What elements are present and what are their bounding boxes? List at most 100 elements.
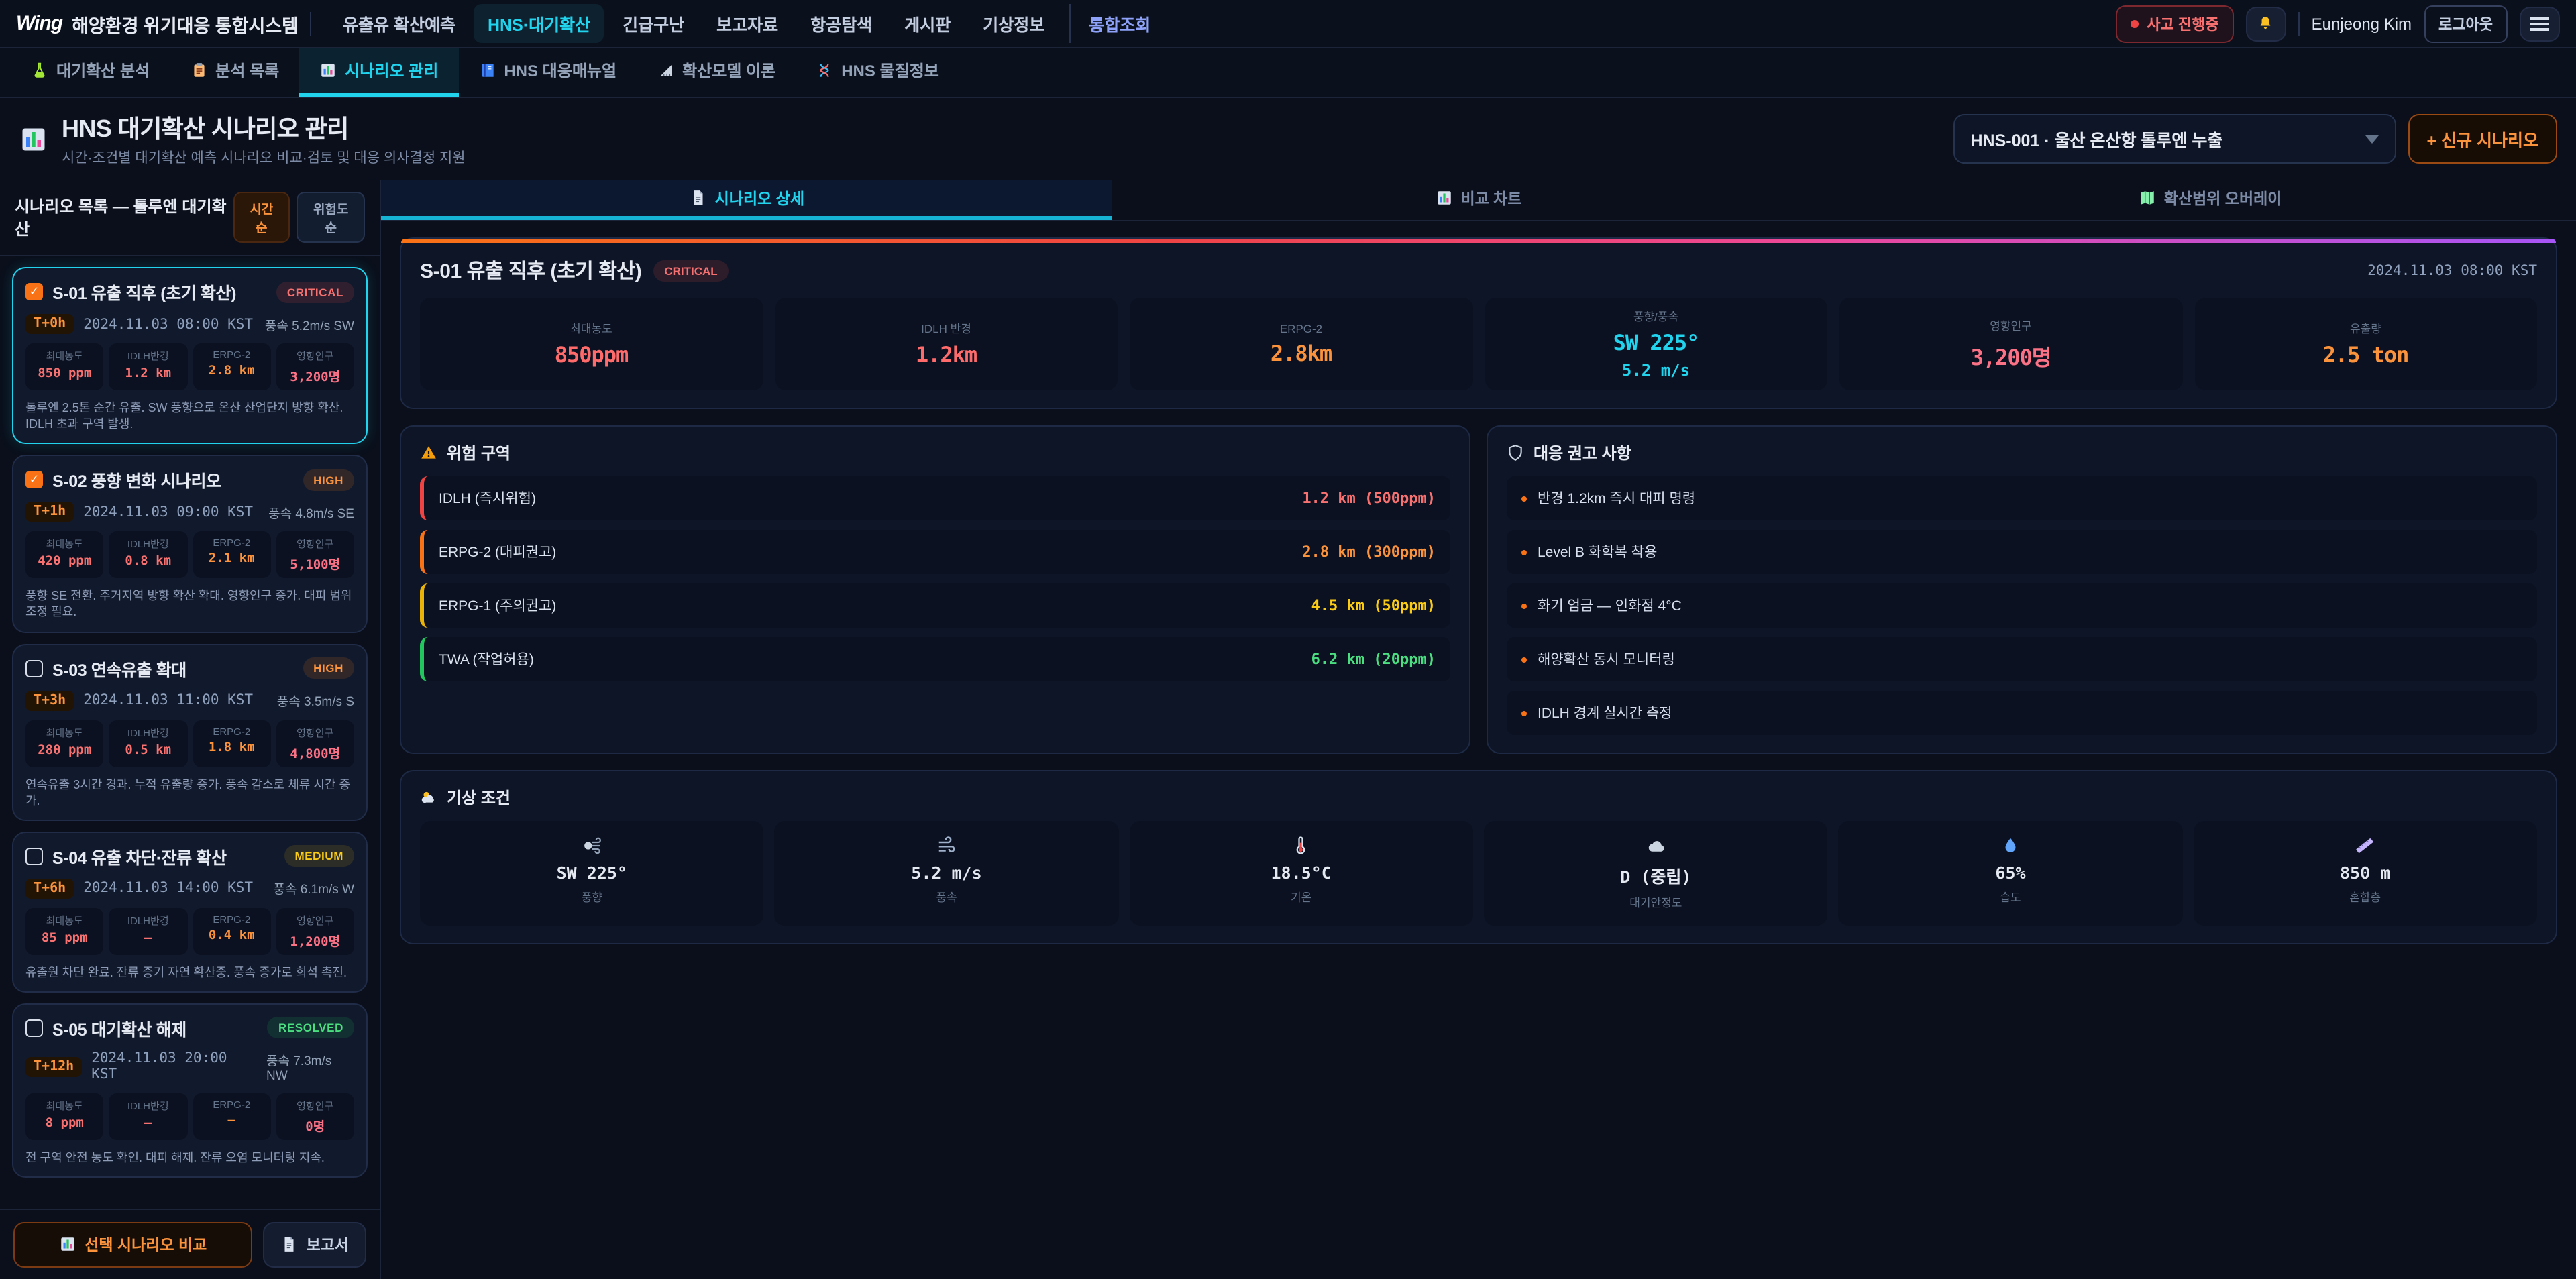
sort-by-time-button[interactable]: 시간순 <box>233 192 290 243</box>
metric-value: 0.8 km <box>112 555 185 569</box>
notifications-button[interactable] <box>2246 6 2286 41</box>
metric-label: 영향인구 <box>279 913 352 928</box>
scenario-checkbox[interactable] <box>25 1019 43 1037</box>
detail-metric-box: 풍향/풍속 SW 225° 5.2 m/s <box>1485 298 1827 390</box>
metric-value: 3,200명 <box>279 366 352 385</box>
metric-box: IDLH반경 1.2 km <box>109 343 188 390</box>
scenario-sidebar: 시나리오 목록 — 톨루엔 대기확산 시간순 위험도순 S-01 유출 직후 (… <box>0 180 381 1279</box>
scenario-card[interactable]: S-01 유출 직후 (초기 확산) CRITICAL T+0h 2024.11… <box>12 267 368 445</box>
scenario-card[interactable]: S-04 유출 차단·잔류 확산 MEDIUM T+6h 2024.11.03 … <box>12 832 368 993</box>
sub-nav-tab[interactable]: 분석 목록 <box>170 48 299 97</box>
tab-label: 대기확산 분석 <box>56 59 150 82</box>
severity-badge: HIGH <box>303 469 354 491</box>
scenario-checkbox[interactable] <box>25 848 43 865</box>
main-menu-item[interactable]: HNS·대기확산 <box>474 4 604 43</box>
scenario-checkbox[interactable] <box>25 283 43 300</box>
metric-value: 5,100명 <box>279 555 352 573</box>
document-icon <box>281 1235 299 1253</box>
recommendation-row: 해양확산 동시 모니터링 <box>1507 637 2537 681</box>
weather-card: D (중립) 대기안정도 <box>1484 821 1828 926</box>
weather-value: 5.2 m/s <box>911 863 981 883</box>
incident-select[interactable]: HNS-001 · 울산 온산항 톨루엔 누출 <box>1953 114 2396 164</box>
bar-chart-icon <box>19 124 48 154</box>
recommendations-panel: 대응 권고 사항 반경 1.2km 즉시 대피 명령 <box>1487 425 2557 754</box>
report-button[interactable]: 보고서 <box>264 1221 367 1267</box>
zone-value: 2.8 km (300ppm) <box>1302 543 1436 561</box>
scenario-metrics: 최대농도 280 ppm IDLH반경 0.5 km ERP <box>25 720 354 767</box>
bell-icon <box>2257 15 2275 32</box>
scenario-wind: 풍속 4.8m/s SE <box>268 503 354 522</box>
metric-label: IDLH반경 <box>112 537 185 552</box>
main-menu-item[interactable]: 게시판 <box>891 4 964 43</box>
scenario-detail-panel: S-01 유출 직후 (초기 확산) CRITICAL 2024.11.03 0… <box>400 237 2557 409</box>
zone-label: ERPG-1 (주의권고) <box>439 596 556 616</box>
chevron-down-icon <box>2365 135 2379 143</box>
bar-chart-icon <box>59 1235 76 1253</box>
weather-value: SW 225° <box>557 863 627 883</box>
scenario-datetime: 2024.11.03 09:00 KST <box>83 504 253 520</box>
main-panel: 시나리오 상세 비교 차트 확산범위 오버레이 <box>381 180 2576 1279</box>
scenario-card[interactable]: S-02 풍향 변화 시나리오 HIGH T+1h 2024.11.03 09:… <box>12 455 368 633</box>
metric-label: 유출량 <box>2350 321 2381 337</box>
detail-metrics: 최대농도 850ppm IDLH 반경 1.2km <box>401 295 2556 408</box>
scenario-checkbox[interactable] <box>25 659 43 677</box>
brand[interactable]: Wing 해양환경 위기대응 통합시스템 <box>16 10 299 37</box>
metric-subvalue: 5.2 m/s <box>1622 361 1690 380</box>
sub-nav-tab[interactable]: HNS 대응매뉴얼 <box>458 48 637 97</box>
metric-label: 최대농도 <box>570 321 612 337</box>
sun-cloud-icon <box>420 789 437 806</box>
main-menu-item[interactable]: 유출유 확산예측 <box>329 4 469 43</box>
scenario-card[interactable]: S-03 연속유출 확대 HIGH T+3h 2024.11.03 11:00 … <box>12 643 368 821</box>
risk-zones-title: 위험 구역 <box>447 441 511 464</box>
shield-icon <box>1507 444 1524 461</box>
main-menu-item[interactable]: 보고자료 <box>703 4 792 43</box>
metric-label: IDLH반경 <box>112 1099 185 1113</box>
detail-tab[interactable]: 시나리오 상세 <box>381 180 1113 220</box>
weather-value: 65% <box>1995 863 2025 883</box>
sub-nav-tab[interactable]: 대기확산 분석 <box>11 48 170 97</box>
tab-icon <box>2139 189 2156 207</box>
divider <box>2298 11 2300 36</box>
scenario-card[interactable]: S-05 대기확산 해제 RESOLVED T+12h 2024.11.03 2… <box>12 1003 368 1178</box>
metric-label: 영향인구 <box>279 1099 352 1113</box>
scenario-wind: 풍속 3.5m/s S <box>277 691 354 710</box>
metric-label: 최대농도 <box>28 913 101 928</box>
severity-badge: MEDIUM <box>284 846 354 867</box>
bullet-icon <box>1521 657 1527 662</box>
sort-by-risk-button[interactable]: 위험도순 <box>297 192 365 243</box>
metric-value: SW 225° <box>1613 330 1699 355</box>
compare-scenarios-button[interactable]: 선택 시나리오 비교 <box>13 1221 253 1267</box>
metric-box: IDLH반경 0.8 km <box>109 532 188 579</box>
sub-nav-tab[interactable]: 시나리오 관리 <box>299 48 458 97</box>
new-scenario-button[interactable]: + 신규 시나리오 <box>2408 114 2558 164</box>
sub-nav-tab[interactable]: HNS 물질정보 <box>796 48 959 97</box>
scenario-description: 유출원 차단 완료. 잔류 증기 자연 확산중. 풍속 증가로 희석 촉진. <box>25 964 354 981</box>
metric-box: 최대농도 85 ppm <box>25 908 104 955</box>
metric-box: 영향인구 1,200명 <box>276 908 355 955</box>
main-menu-item[interactable]: 통합조회 <box>1069 4 1164 43</box>
zone-label: IDLH (즉시위험) <box>439 488 536 508</box>
detail-content: S-01 유출 직후 (초기 확산) CRITICAL 2024.11.03 0… <box>381 221 2576 1279</box>
detail-tab[interactable]: 비교 차트 <box>1113 180 1845 220</box>
main-menu-item[interactable]: 긴급구난 <box>609 4 698 43</box>
main-menu-item[interactable]: 기상정보 <box>969 4 1058 43</box>
hamburger-icon <box>2530 17 2549 30</box>
recommendation-text: 반경 1.2km 즉시 대피 명령 <box>1538 488 1695 508</box>
scenario-wind: 풍속 5.2m/s SW <box>265 315 354 333</box>
scenario-checkbox[interactable] <box>25 471 43 489</box>
sub-nav-tab[interactable]: 확산모델 이론 <box>637 48 796 97</box>
scenario-datetime: 2024.11.03 11:00 KST <box>83 692 253 708</box>
metric-box: 영향인구 3,200명 <box>276 343 355 390</box>
main-menu-item[interactable]: 항공탐색 <box>797 4 885 43</box>
page-subtitle: 시간·조건별 대기확산 예측 시나리오 비교·검토 및 대응 의사결정 지원 <box>62 148 466 168</box>
detail-tab[interactable]: 확산범위 오버레이 <box>1844 180 2576 220</box>
weather-card: 18.5°C 기온 <box>1129 821 1473 926</box>
weather-panel: 기상 조건 SW 225° 풍향 <box>400 770 2557 944</box>
app-menu-button[interactable] <box>2520 6 2560 41</box>
metric-box: 최대농도 850 ppm <box>25 343 104 390</box>
metric-label: ERPG-2 <box>195 537 268 549</box>
logout-button[interactable]: 로그아웃 <box>2424 5 2508 42</box>
metric-label: IDLH반경 <box>112 725 185 740</box>
recommendation-text: 해양확산 동시 모니터링 <box>1538 649 1675 669</box>
recommendations-title: 대응 권고 사항 <box>1534 441 1631 464</box>
